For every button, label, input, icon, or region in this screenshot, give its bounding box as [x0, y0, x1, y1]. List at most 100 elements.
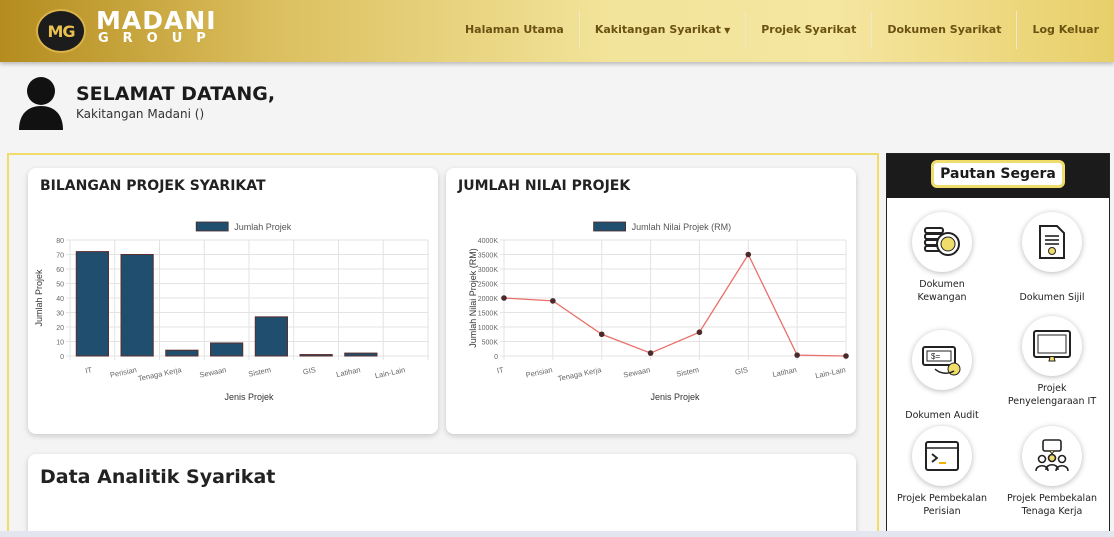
link-certificate-docs-label: Dokumen Sijil — [1019, 292, 1085, 303]
nav-documents-label: Dokumen Syarikat — [887, 23, 1002, 36]
user-avatar-icon — [19, 77, 63, 130]
link-finance-docs-label: Dokumen Kewangan — [917, 279, 967, 303]
x-tick-label: IT — [496, 365, 505, 375]
bar-tenaga-kerja — [165, 349, 199, 357]
point-gis — [745, 251, 752, 258]
y-tick-label: 50 — [56, 282, 64, 289]
nav-home-label: Halaman Utama — [464, 23, 564, 36]
welcome-title: SELAMAT DATANG, — [76, 83, 276, 105]
money-audit-icon: $= — [912, 330, 972, 390]
y-tick-label: 60 — [56, 267, 64, 274]
y-tick-label: 30 — [56, 311, 64, 318]
x-tick-label: GIS — [302, 365, 317, 376]
nav-logout[interactable]: Log Keluar — [1016, 11, 1114, 49]
nav-documents[interactable]: Dokumen Syarikat — [871, 11, 1016, 49]
x-tick-label: Tenaga Kerja — [557, 365, 603, 383]
link-software-supply-label: Projek Pembekalan Perisian — [896, 493, 988, 517]
y-tick-label: 1500K — [478, 311, 499, 318]
point-latihan — [794, 352, 800, 358]
projects-bar-chart: Jumlah Projek 0 10 20 30 40 50 60 70 80 IT Perisian… — [34, 221, 429, 402]
series-line — [503, 253, 847, 357]
x-tick-label: IT — [84, 365, 93, 375]
bar-latihan — [344, 352, 378, 357]
coins-icon — [912, 212, 972, 272]
link-manpower-supply-label: Projek Pembekalan Tenaga Kerja — [1006, 493, 1098, 517]
legend-swatch — [593, 221, 627, 232]
bar-it — [75, 251, 109, 357]
x-tick-label: Perisian — [525, 365, 553, 379]
terminal-icon — [912, 426, 972, 486]
y-axis-label: Jumlah Nilai Projek (RM) — [468, 248, 478, 348]
y-tick-label: 1000K — [478, 325, 499, 332]
y-tick-label: 2500K — [478, 282, 499, 289]
y-tick-label: 40 — [56, 296, 64, 303]
link-manpower-supply[interactable]: Projek Pembekalan Tenaga Kerja — [997, 426, 1107, 518]
nav-staff-label: Kakitangan Syarikat — [594, 23, 722, 36]
x-tick-label: Sistem — [247, 365, 271, 379]
x-axis-label: Jenis Projek — [224, 392, 274, 402]
bottom-strip — [0, 531, 1114, 537]
link-certificate-docs[interactable]: Dokumen Sijil — [997, 212, 1107, 304]
point-it — [501, 295, 507, 301]
y-tick-label: 500K — [482, 340, 499, 347]
team-icon — [1022, 426, 1082, 486]
y-tick-label: 0 — [494, 354, 498, 361]
x-axis-label: Jenis Projek — [650, 392, 700, 402]
y-tick-label: 80 — [56, 238, 64, 245]
analytics-title: Data Analitik Syarikat — [40, 466, 276, 488]
point-sistem — [696, 329, 703, 336]
x-tick-label: Lain-Lain — [374, 365, 406, 380]
logo-badge[interactable]: MG — [36, 9, 86, 53]
caret-down-icon: ▼ — [724, 26, 731, 35]
y-tick-label: 0 — [60, 354, 64, 361]
nav-projects[interactable]: Projek Syarikat — [745, 11, 871, 49]
legend-label: Jumlah Nilai Projek (RM) — [632, 222, 732, 232]
certificate-icon — [1022, 212, 1082, 272]
nav-staff-dropdown[interactable]: Kakitangan Syarikat ▼ — [578, 11, 745, 49]
projects-count-card: BILANGAN PROJEK SYARIKAT Jumlah Projek 0 1… — [28, 168, 438, 434]
link-finance-docs[interactable]: Dokumen Kewangan — [887, 212, 997, 304]
x-tick-label: Latihan — [772, 365, 798, 379]
analytics-card: Data Analitik Syarikat — [28, 454, 856, 537]
legend-label: Jumlah Projek — [234, 222, 292, 232]
point-lain-lain — [843, 353, 849, 359]
quick-links-title: Pautan Segera — [931, 160, 1065, 188]
link-it-maintenance[interactable]: Projek Penyelengaraan IT — [997, 316, 1107, 408]
y-tick-label: 10 — [56, 340, 64, 347]
point-sewaan — [647, 350, 654, 356]
bar-sistem — [254, 316, 288, 357]
y-tick-label: 20 — [56, 325, 64, 332]
x-tick-label: Sistem — [676, 365, 700, 379]
top-navbar: MG MADANI GROUP Halaman Utama Kakitangan… — [0, 0, 1114, 62]
logo-mark: MG — [47, 22, 75, 41]
svg-text:$=: $= — [931, 352, 940, 361]
link-audit-docs[interactable]: $= Dokumen Audit — [887, 330, 997, 422]
x-tick-label: Tenaga Kerja — [137, 365, 183, 383]
bar-perisian — [120, 254, 154, 357]
y-tick-label: 3500K — [478, 253, 499, 260]
x-tick-label: Sewaan — [199, 365, 227, 379]
link-it-maintenance-label: Projek Penyelengaraan IT — [1007, 383, 1097, 407]
nav-home[interactable]: Halaman Utama — [450, 11, 579, 49]
project-value-card: JUMLAH NILAI PROJEK Jumlah Nilai Projek … — [446, 168, 856, 434]
x-tick-label: Perisian — [109, 365, 137, 379]
y-tick-label: 70 — [56, 253, 64, 260]
quick-links-panel: Pautan Segera Dokumen Kewangan Dokumen S… — [886, 153, 1110, 537]
bar-sewaan — [210, 342, 244, 357]
logo-sub: GROUP — [98, 31, 220, 46]
quick-links-header: Pautan Segera — [887, 154, 1109, 198]
main-nav: Halaman Utama Kakitangan Syarikat ▼ Proje… — [450, 11, 1114, 49]
x-tick-label: GIS — [734, 365, 749, 376]
legend-swatch — [195, 221, 229, 232]
y-tick-label: 2000K — [478, 296, 499, 303]
link-audit-docs-label: Dokumen Audit — [905, 410, 979, 421]
nav-projects-label: Projek Syarikat — [761, 23, 857, 36]
link-software-supply[interactable]: Projek Pembekalan Perisian — [887, 426, 997, 518]
bar-gis — [299, 354, 333, 357]
x-tick-label: Latihan — [335, 365, 361, 379]
y-axis-label: Jumlah Projek — [34, 269, 44, 327]
x-tick-label: Lain-Lain — [814, 365, 846, 380]
y-tick-label: 4000K — [478, 238, 499, 245]
x-tick-label: Sewaan — [623, 365, 651, 379]
point-tenaga-kerja — [598, 331, 605, 338]
